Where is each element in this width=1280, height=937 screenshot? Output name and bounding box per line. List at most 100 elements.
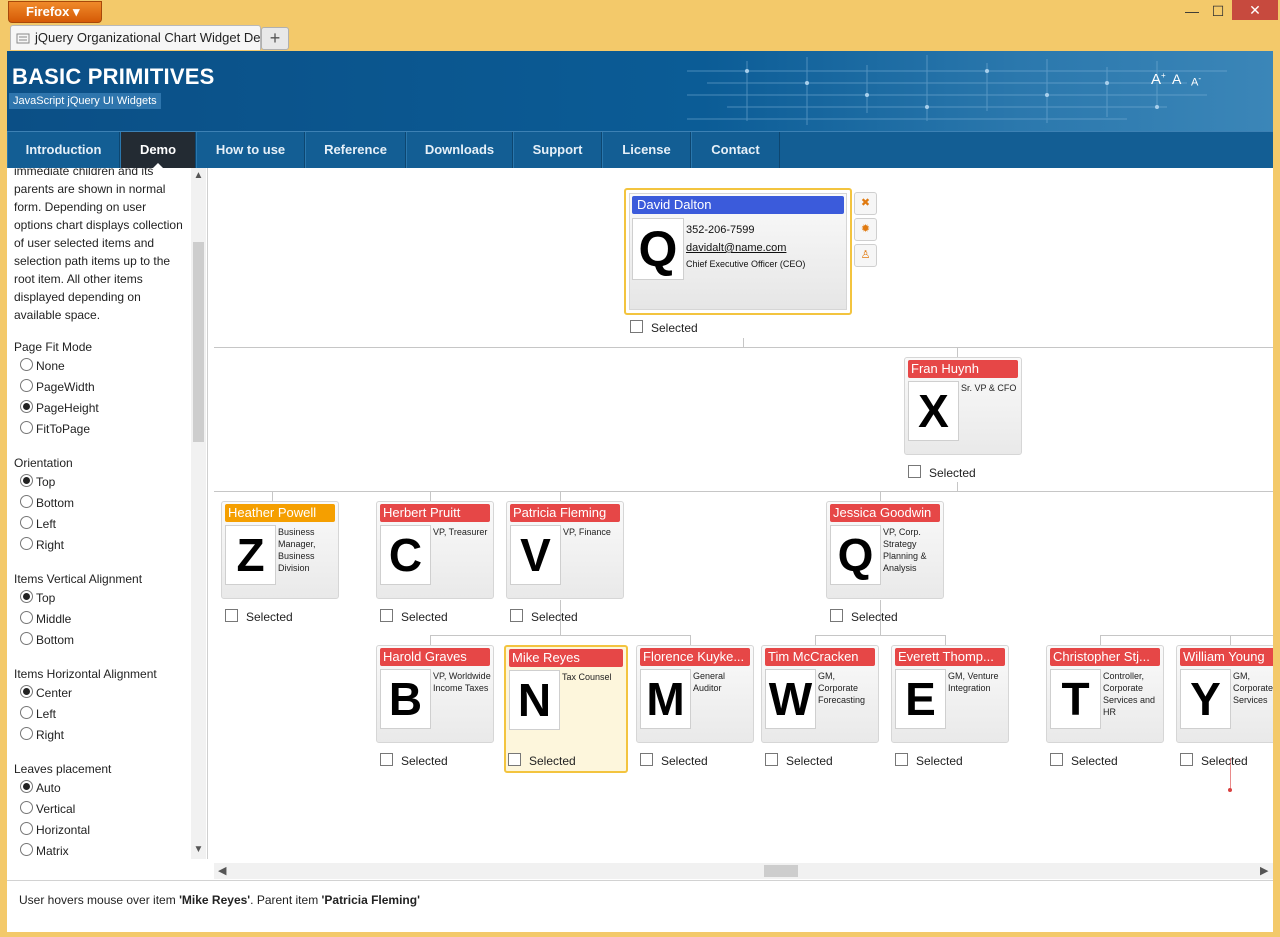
radio-pagefit-pageheight[interactable]: PageHeight [14, 398, 186, 419]
radio-button[interactable] [20, 516, 33, 529]
org-card[interactable]: Tim McCracken W GM, Corporate Forecasting [761, 645, 879, 743]
checkbox[interactable] [830, 609, 843, 622]
site-title[interactable]: BASIC PRIMITIVES [12, 64, 214, 90]
selected-checkbox[interactable]: Selected [380, 753, 448, 768]
radio-leaves-horizontal[interactable]: Horizontal [14, 820, 186, 841]
radio-orientation-left[interactable]: Left [14, 514, 186, 535]
scroll-right-icon[interactable]: ▶ [1260, 863, 1268, 879]
delete-icon[interactable]: ✖ [854, 192, 877, 215]
org-card[interactable]: Jessica Goodwin Q VP, Corp. Strategy Plann… [826, 501, 944, 599]
user-icon[interactable]: ♙ [854, 244, 877, 267]
radio-button[interactable] [20, 495, 33, 508]
radio-orientation-right[interactable]: Right [14, 535, 186, 556]
org-card[interactable]: Christopher Stj... T Controller, Corporate… [1046, 645, 1164, 743]
selected-checkbox[interactable]: Selected [830, 609, 898, 624]
selected-checkbox[interactable]: Selected [908, 465, 976, 480]
org-card[interactable]: Florence Kuyke... M General Auditor [636, 645, 754, 743]
selected-checkbox[interactable]: Selected [1180, 753, 1248, 768]
nav-demo[interactable]: Demo [120, 132, 196, 168]
options-vertical-scrollbar[interactable]: ▲ ▼ [191, 168, 206, 859]
browser-tab[interactable]: jQuery Organizational Chart Widget Demo [10, 25, 279, 50]
checkbox[interactable] [630, 320, 643, 333]
close-window-button[interactable]: ✕ [1232, 0, 1278, 20]
checkbox[interactable] [765, 753, 778, 766]
radio-button[interactable] [20, 706, 33, 719]
org-card[interactable]: Patricia Fleming V VP, Finance [506, 501, 624, 599]
selected-checkbox[interactable]: Selected [510, 609, 578, 624]
checkbox[interactable] [908, 465, 921, 478]
nav-how-to-use[interactable]: How to use [196, 132, 305, 168]
nav-introduction[interactable]: Introduction [7, 132, 120, 168]
firefox-menu-button[interactable]: Firefox ▾ [8, 1, 102, 23]
radio-button-checked[interactable] [20, 590, 33, 603]
radio-leaves-vertical[interactable]: Vertical [14, 799, 186, 820]
selected-checkbox[interactable]: Selected [225, 609, 293, 624]
radio-button[interactable] [20, 611, 33, 624]
radio-button-checked[interactable] [20, 685, 33, 698]
nav-support[interactable]: Support [513, 132, 602, 168]
selected-checkbox[interactable]: Selected [1050, 753, 1118, 768]
radio-leaves-matrix[interactable]: Matrix [14, 841, 186, 859]
radio-button-checked[interactable] [20, 400, 33, 413]
card-email[interactable]: davidalt@name.com [686, 239, 805, 257]
radio-button[interactable] [20, 843, 33, 856]
radio-halign-right[interactable]: Right [14, 725, 186, 746]
checkbox[interactable] [508, 753, 521, 766]
radio-button[interactable] [20, 801, 33, 814]
checkbox[interactable] [895, 753, 908, 766]
checkbox[interactable] [380, 609, 393, 622]
selected-checkbox[interactable]: Selected [640, 753, 708, 768]
checkbox[interactable] [1050, 753, 1063, 766]
font-normal-button[interactable]: A [1172, 71, 1181, 87]
radio-pagefit-pagewidth[interactable]: PageWidth [14, 377, 186, 398]
radio-button[interactable] [20, 358, 33, 371]
checkbox[interactable] [380, 753, 393, 766]
org-card[interactable]: Everett Thomp... E GM, Venture Integration [891, 645, 1009, 743]
radio-button-checked[interactable] [20, 780, 33, 793]
org-card[interactable]: Herbert Pruitt C VP, Treasurer [376, 501, 494, 599]
chart-horizontal-scrollbar[interactable]: ◀ ▶ [214, 863, 1273, 879]
nav-reference[interactable]: Reference [305, 132, 406, 168]
scroll-down-icon[interactable]: ▼ [191, 844, 206, 855]
checkbox[interactable] [225, 609, 238, 622]
scrollbar-thumb[interactable] [764, 865, 798, 877]
checkbox[interactable] [1180, 753, 1193, 766]
radio-button[interactable] [20, 537, 33, 550]
selected-checkbox[interactable]: Selected [895, 753, 963, 768]
org-card[interactable]: Fran Huynh X Sr. VP & CFO [904, 357, 1022, 455]
nav-contact[interactable]: Contact [691, 132, 780, 168]
nav-downloads[interactable]: Downloads [406, 132, 513, 168]
radio-pagefit-fittopage[interactable]: FitToPage [14, 419, 186, 440]
selected-checkbox[interactable]: Selected [508, 753, 576, 768]
minimize-button[interactable]: — [1178, 0, 1206, 22]
radio-pagefit-none[interactable]: None [14, 356, 186, 377]
org-card[interactable]: William Young Y GM, Corporate Services [1176, 645, 1273, 743]
font-decrease-button[interactable]: A- [1191, 74, 1201, 89]
radio-valign-top[interactable]: Top [14, 588, 186, 609]
selected-checkbox[interactable]: Selected [380, 609, 448, 624]
new-tab-button[interactable]: + [261, 27, 289, 50]
scroll-up-icon[interactable]: ▲ [191, 170, 206, 181]
org-chart-canvas[interactable]: David Dalton Q 352-206-7599 davidalt@nam… [214, 168, 1273, 863]
radio-leaves-auto[interactable]: Auto [14, 778, 186, 799]
scroll-left-icon[interactable]: ◀ [218, 863, 226, 879]
org-card-root[interactable]: David Dalton Q 352-206-7599 davidalt@nam… [624, 188, 852, 315]
radio-orientation-bottom[interactable]: Bottom [14, 493, 186, 514]
radio-button[interactable] [20, 632, 33, 645]
radio-valign-middle[interactable]: Middle [14, 609, 186, 630]
radio-button[interactable] [20, 421, 33, 434]
org-card[interactable]: Harold Graves B VP, Worldwide Income Taxes [376, 645, 494, 743]
radio-button-checked[interactable] [20, 474, 33, 487]
radio-orientation-top[interactable]: Top [14, 472, 186, 493]
checkbox[interactable] [510, 609, 523, 622]
font-increase-button[interactable]: A+ [1151, 71, 1166, 88]
nav-license[interactable]: License [602, 132, 691, 168]
org-card[interactable]: Heather Powell Z Business Manager, Busines… [221, 501, 339, 599]
scrollbar-thumb[interactable] [193, 242, 204, 442]
maximize-button[interactable]: ☐ [1204, 0, 1232, 22]
radio-button[interactable] [20, 379, 33, 392]
gear-icon[interactable]: ✹ [854, 218, 877, 241]
radio-valign-bottom[interactable]: Bottom [14, 630, 186, 651]
radio-halign-left[interactable]: Left [14, 704, 186, 725]
selected-checkbox[interactable]: Selected [765, 753, 833, 768]
